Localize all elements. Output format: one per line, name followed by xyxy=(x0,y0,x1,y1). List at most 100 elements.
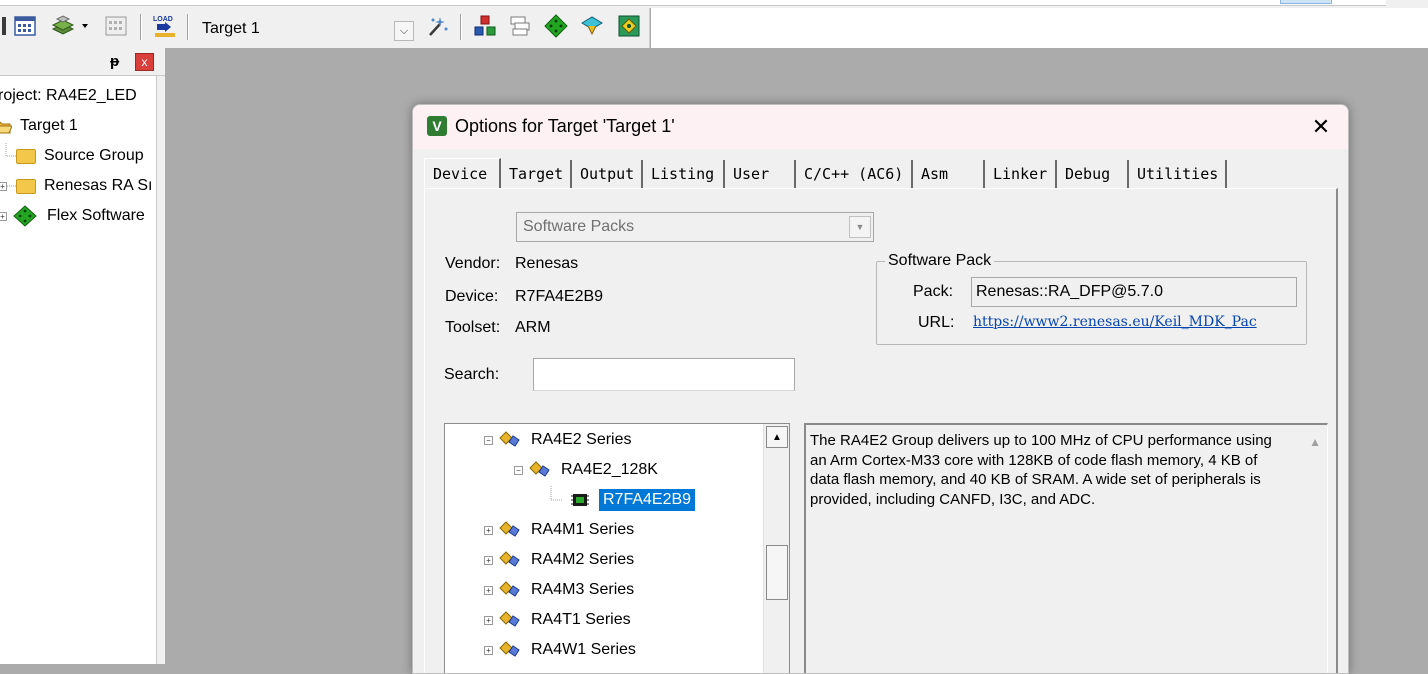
subfamily-icon xyxy=(529,461,550,477)
green-diamond-icon xyxy=(13,205,37,227)
tree-item-source-group[interactable]: Source Group xyxy=(4,143,144,169)
tree-item-label: Target 1 xyxy=(20,117,78,134)
device-tree-label: RA4M1 Series xyxy=(531,521,635,538)
top-strip xyxy=(0,0,1428,8)
batch-setup-icon[interactable] xyxy=(13,14,37,38)
grid-icon[interactable] xyxy=(104,14,128,38)
layers-icon[interactable] xyxy=(508,14,532,38)
tab-device[interactable]: Device xyxy=(424,158,501,188)
tree-item-label: Source Group xyxy=(44,147,144,164)
expand-icon[interactable]: + xyxy=(484,615,493,625)
series-icon xyxy=(499,431,520,447)
tab-cpp[interactable]: C/C++ (AC6) xyxy=(796,160,913,188)
device-tree: − RA4E2 Series − RA4E2_128K R7FA4E2B9 + … xyxy=(444,423,790,673)
expand-icon[interactable]: + xyxy=(484,525,493,535)
device-label: Device: xyxy=(445,288,499,305)
tree-item-target[interactable]: Target 1 xyxy=(0,113,78,139)
options-dialog: V Options for Target 'Target 1' ✕ Device… xyxy=(412,104,1349,674)
collapse-icon[interactable]: − xyxy=(514,465,523,475)
device-tree-item-selected[interactable]: R7FA4E2B9 xyxy=(549,486,696,514)
panel-splitter[interactable] xyxy=(156,76,165,664)
stack-icon[interactable] xyxy=(51,14,75,38)
dialog-close-button[interactable]: ✕ xyxy=(1301,112,1341,142)
tree-line-icon xyxy=(550,486,563,501)
series-icon xyxy=(499,611,520,627)
toolbar-edge-icon[interactable] xyxy=(0,14,14,38)
tree-item-label: Renesas RA Sı xyxy=(44,177,153,194)
tab-output[interactable]: Output xyxy=(572,160,643,188)
scroll-thumb[interactable] xyxy=(766,545,788,600)
manage-project-icon[interactable] xyxy=(473,14,497,38)
device-tree-scrollbar[interactable]: ▲ xyxy=(763,424,789,673)
toolbar-separator xyxy=(187,14,189,40)
toolset-value: ARM xyxy=(515,319,551,336)
tree-item-flex-software[interactable]: + Flex Software xyxy=(0,203,145,229)
device-tree-item[interactable]: + RA4M3 Series xyxy=(484,576,634,604)
device-tree-label: RA4M2 Series xyxy=(531,551,635,568)
project-root-label: roject: RA4E2_LED xyxy=(0,87,137,104)
tab-user[interactable]: User xyxy=(725,160,796,188)
toolbar-separator xyxy=(140,14,142,40)
vendor-value: Renesas xyxy=(515,255,579,272)
collapse-icon[interactable]: − xyxy=(484,435,493,445)
tab-listing[interactable]: Listing xyxy=(643,160,725,188)
top-strip-button[interactable] xyxy=(1280,0,1332,4)
dialog-titlebar[interactable]: V Options for Target 'Target 1' ✕ xyxy=(413,105,1348,149)
pack-installer-icon[interactable] xyxy=(617,14,641,38)
device-value: R7FA4E2B9 xyxy=(515,288,604,305)
expand-icon[interactable]: + xyxy=(484,645,493,655)
tab-utilities[interactable]: Utilities xyxy=(1129,160,1227,188)
device-description: The RA4E2 Group delivers up to 100 MHz o… xyxy=(810,432,1272,508)
pack-field[interactable]: Renesas::RA_DFP@5.7.0 xyxy=(971,277,1297,307)
panel-close-button[interactable]: x xyxy=(135,53,154,71)
pack-label: Pack: xyxy=(913,283,954,300)
expand-icon[interactable]: + xyxy=(484,585,493,595)
search-label: Search: xyxy=(444,366,500,383)
top-strip-panel xyxy=(0,0,1386,6)
vendor-label: Vendor: xyxy=(445,255,501,272)
device-tree-label: RA4T1 Series xyxy=(531,611,631,628)
tab-debug[interactable]: Debug xyxy=(1057,160,1129,188)
combo-arrow-icon[interactable]: ⌵ xyxy=(394,21,414,41)
tab-target[interactable]: Target xyxy=(501,160,572,188)
dialog-title: Options for Target 'Target 1' xyxy=(455,116,675,136)
expand-icon[interactable]: + xyxy=(484,555,493,565)
teal-diamond-icon[interactable] xyxy=(580,14,604,38)
select-arrow-icon[interactable]: ▼ xyxy=(849,216,871,238)
device-tree-item[interactable]: + RA4W1 Series xyxy=(484,636,636,664)
scroll-up-icon[interactable]: ▲ xyxy=(766,426,788,448)
dropdown-arrow-icon[interactable] xyxy=(78,14,92,38)
load-icon[interactable]: LOAD xyxy=(151,14,179,38)
chip-icon xyxy=(571,494,589,506)
device-tree-item[interactable]: − RA4E2 Series xyxy=(484,426,632,454)
device-tree-label: RA4E2 Series xyxy=(531,431,632,448)
pack-value: Renesas::RA_DFP@5.7.0 xyxy=(976,283,1163,300)
description-scroll-up-icon[interactable]: ▲ xyxy=(1309,435,1321,449)
device-tree-item[interactable]: − RA4E2_128K xyxy=(514,456,658,484)
software-packs-select[interactable]: Software Packs ▼ xyxy=(516,212,874,242)
device-tree-item[interactable]: + RA4M2 Series xyxy=(484,546,634,574)
url-label: URL: xyxy=(918,314,955,331)
series-icon xyxy=(499,641,520,657)
device-tree-item[interactable]: + RA4T1 Series xyxy=(484,606,631,634)
device-description-box: The RA4E2 Group delivers up to 100 MHz o… xyxy=(804,423,1328,673)
magic-wand-icon[interactable] xyxy=(426,14,450,38)
series-icon xyxy=(499,581,520,597)
device-tree-item[interactable]: + RA4M1 Series xyxy=(484,516,634,544)
project-root-item[interactable]: roject: RA4E2_LED xyxy=(0,83,137,109)
tab-linker[interactable]: Linker xyxy=(985,160,1057,188)
project-panel-header: ᵽ x xyxy=(0,48,165,76)
target-select[interactable]: Target 1 xyxy=(202,20,260,38)
pack-url-link[interactable]: https://www2.renesas.eu/Keil_MDK_Pac xyxy=(973,314,1297,330)
tree-item-label: Flex Software xyxy=(47,207,145,224)
tab-asm[interactable]: Asm xyxy=(913,160,985,188)
tree-line-icon xyxy=(7,185,16,187)
expand-icon[interactable]: + xyxy=(0,211,7,221)
expand-icon[interactable]: + xyxy=(0,181,7,191)
green-diamond-icon[interactable] xyxy=(544,14,568,38)
tree-item-renesas-ra[interactable]: + Renesas RA Sı xyxy=(0,173,153,199)
search-input[interactable] xyxy=(533,358,795,391)
software-pack-legend: Software Pack xyxy=(885,252,995,270)
device-tree-label: RA4W1 Series xyxy=(531,641,636,658)
pin-icon[interactable]: ᵽ xyxy=(110,53,119,70)
